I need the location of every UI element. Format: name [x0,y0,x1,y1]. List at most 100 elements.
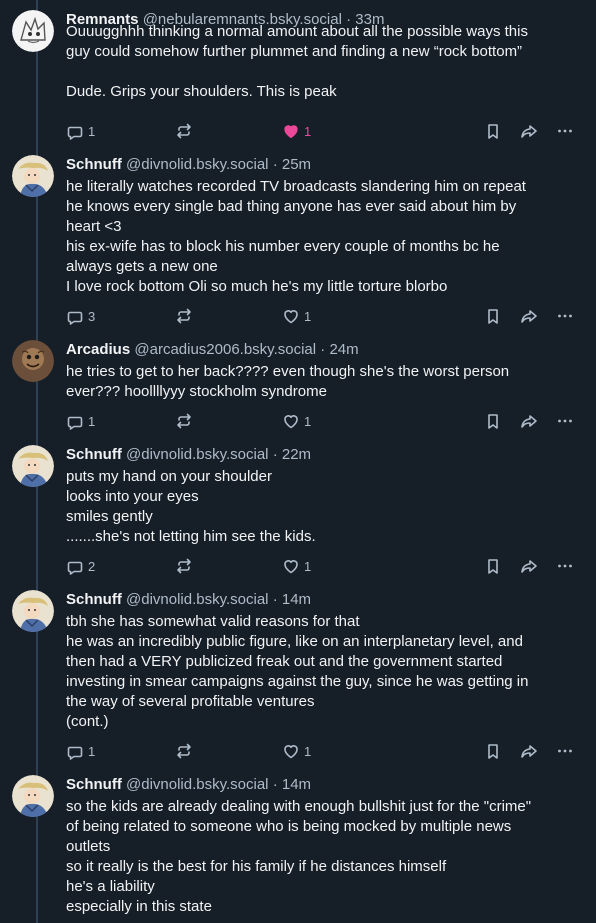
author-name[interactable]: Schnuff [66,156,122,173]
repost-button[interactable] [175,411,197,431]
share-arrow-icon [520,742,538,760]
post-text: so the kids are already dealing with eno… [66,797,586,917]
post-text-line: (cont.) [66,713,109,730]
post-text-line: looks into your eyes [66,488,199,505]
heart-icon [282,122,300,140]
post-timestamp[interactable]: 25m [282,156,311,173]
author-avatar[interactable] [12,445,54,487]
bookmark-icon [484,307,502,325]
reply-button[interactable]: 1 [66,121,95,141]
post-actions: 11 [66,411,586,431]
more-options-button[interactable] [556,411,574,431]
share-button[interactable] [520,306,538,326]
post-text-line: he tries to get to her back???? even tho… [66,363,510,380]
like-button[interactable]: 1 [282,411,311,431]
heart-icon [282,307,300,325]
separator-dot: · [320,341,326,358]
post-timestamp[interactable]: 14m [282,591,311,608]
like-button[interactable]: 1 [282,741,311,761]
repost-button[interactable] [175,306,197,326]
repost-button[interactable] [175,556,197,576]
bookmark-button[interactable] [484,121,502,141]
reply-button[interactable]: 1 [66,411,95,431]
heart-icon [282,412,300,430]
like-button[interactable]: 1 [282,306,311,326]
post-text-line: puts my hand on your shoulder [66,468,272,485]
share-button[interactable] [520,741,538,761]
post-text-line: especially in this state [66,898,212,915]
author-handle[interactable]: @divnolid.bsky.social [126,776,269,793]
post-text-line: then had a VERY publicized freak out and… [66,653,503,670]
bookmark-icon [484,122,502,140]
bookmark-button[interactable] [484,556,502,576]
post-actions: 21 [66,556,586,576]
share-arrow-icon [520,122,538,140]
like-count: 1 [304,308,312,324]
author-avatar[interactable] [12,10,54,52]
post-header: Schnuff @divnolid.bsky.social · 22m [66,445,311,465]
bookmark-icon [484,742,502,760]
share-button[interactable] [520,411,538,431]
reply-count: 2 [88,558,96,574]
author-name[interactable]: Arcadius [66,341,130,358]
post-text-line: of being related to someone who is being… [66,818,512,835]
author-handle[interactable]: @arcadius2006.bsky.social [134,341,316,358]
post-actions: 11 [66,121,586,141]
like-count: 1 [304,558,312,574]
post-actions: 11 [66,741,586,761]
bookmark-button[interactable] [484,411,502,431]
like-count: 1 [304,123,312,139]
share-button[interactable] [520,556,538,576]
share-button[interactable] [520,121,538,141]
post-text: tbh she has somewhat valid reasons for t… [66,612,586,732]
reply-count: 3 [88,308,96,324]
post-text-line: Dude. Grips your shoulders. This is peak [66,83,337,100]
reply-bubble-icon [66,742,84,760]
post-text-line: always gets a new one [66,258,218,275]
author-name[interactable]: Schnuff [66,446,122,463]
reply-button[interactable]: 3 [66,306,95,326]
post-header: Arcadius @arcadius2006.bsky.social · 24m [66,340,359,360]
post-text: he tries to get to her back???? even tho… [66,362,586,402]
bookmark-button[interactable] [484,306,502,326]
more-dots-icon [556,742,574,760]
post-timestamp[interactable]: 24m [329,341,358,358]
more-options-button[interactable] [556,741,574,761]
share-arrow-icon [520,307,538,325]
author-name[interactable]: Schnuff [66,776,122,793]
author-handle[interactable]: @divnolid.bsky.social [126,156,269,173]
reply-button[interactable]: 1 [66,741,95,761]
reply-count: 1 [88,413,96,429]
bookmark-button[interactable] [484,741,502,761]
author-avatar[interactable] [12,155,54,197]
author-avatar[interactable] [12,340,54,382]
post-timestamp[interactable]: 22m [282,446,311,463]
author-avatar[interactable] [12,775,54,817]
repost-icon [175,742,193,760]
heart-icon [282,557,300,575]
separator-dot: · [272,776,278,793]
more-options-button[interactable] [556,556,574,576]
post-header: Schnuff @divnolid.bsky.social · 14m [66,590,311,610]
post-text-line: outlets [66,838,111,855]
like-button[interactable]: 1 [282,556,311,576]
repost-button[interactable] [175,741,197,761]
author-name[interactable]: Schnuff [66,591,122,608]
more-options-button[interactable] [556,121,574,141]
share-arrow-icon [520,412,538,430]
post-text-line: so it really is the best for his family … [66,858,447,875]
like-button[interactable]: 1 [282,121,311,141]
post-timestamp[interactable]: 14m [282,776,311,793]
repost-button[interactable] [175,121,197,141]
repost-icon [175,557,193,575]
reply-bubble-icon [66,412,84,430]
post-header: Schnuff @divnolid.bsky.social · 14m [66,775,311,795]
author-handle[interactable]: @divnolid.bsky.social [126,446,269,463]
repost-icon [175,412,193,430]
author-avatar[interactable] [12,590,54,632]
more-options-button[interactable] [556,306,574,326]
reply-button[interactable]: 2 [66,556,95,576]
post-text-line: guy could somehow further plummet and fi… [66,43,523,60]
separator-dot: · [272,591,278,608]
author-handle[interactable]: @divnolid.bsky.social [126,591,269,608]
